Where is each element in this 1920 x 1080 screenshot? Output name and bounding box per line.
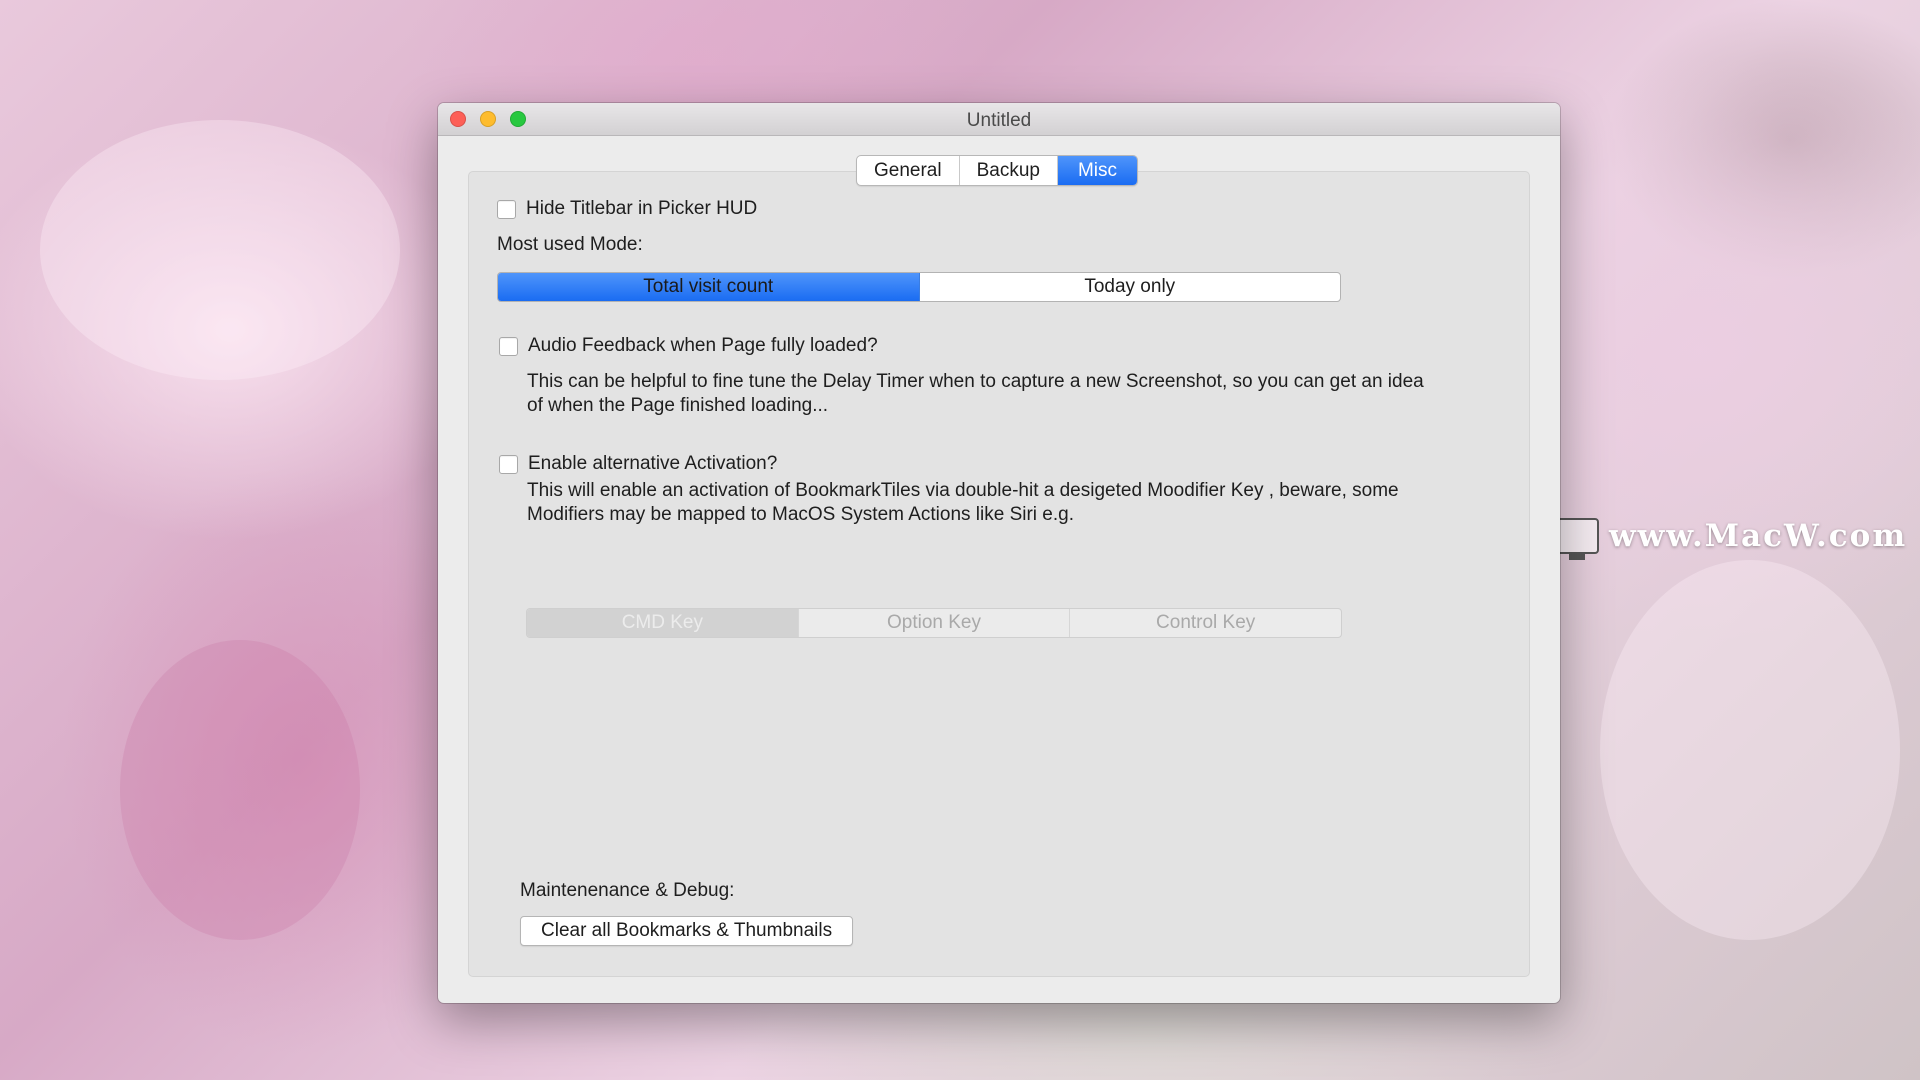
alt-activation-row: Enable alternative Activation? <box>499 453 777 475</box>
audio-feedback-row: Audio Feedback when Page fully loaded? <box>499 335 878 357</box>
petal-highlight <box>1600 560 1900 940</box>
most-used-mode-label: Most used Mode: <box>497 234 643 255</box>
watermark: www.MacW.com <box>1555 518 1908 560</box>
window-title: Untitled <box>966 110 1032 131</box>
mode-today-only[interactable]: Today only <box>920 273 1341 301</box>
key-option[interactable]: Option Key <box>799 609 1071 637</box>
mode-total-visit-count[interactable]: Total visit count <box>498 273 920 301</box>
clear-bookmarks-button[interactable]: Clear all Bookmarks & Thumbnails <box>520 916 854 946</box>
maintenance-label: Maintenenance & Debug: <box>520 880 735 901</box>
tab-backup[interactable]: Backup <box>960 156 1058 185</box>
key-control[interactable]: Control Key <box>1070 609 1341 637</box>
key-cmd[interactable]: CMD Key <box>527 609 799 637</box>
petal-shadow <box>120 640 360 940</box>
tab-general[interactable]: General <box>857 156 960 185</box>
audio-feedback-description-line: of when the Page finished loading... <box>527 395 829 416</box>
alt-activation-description: This will enable an activation of Bookma… <box>527 479 1399 527</box>
audio-feedback-description-line: This can be helpful to fine tune the Del… <box>527 371 1424 392</box>
hide-titlebar-label: Hide Titlebar in Picker HUD <box>526 198 758 219</box>
titlebar[interactable]: Untitled <box>438 103 1560 136</box>
preferences-window: Untitled General Backup Misc Hide Titleb… <box>438 103 1560 1003</box>
hide-titlebar-row: Hide Titlebar in Picker HUD <box>497 198 757 220</box>
hide-titlebar-checkbox[interactable] <box>497 199 516 219</box>
monitor-icon <box>1555 518 1599 560</box>
audio-feedback-checkbox[interactable] <box>499 336 518 356</box>
audio-feedback-label: Audio Feedback when Page fully loaded? <box>528 335 878 356</box>
watermark-text: www.MacW.com <box>1609 518 1908 554</box>
tab-bar: General Backup Misc <box>856 155 1139 186</box>
tab-misc[interactable]: Misc <box>1057 156 1138 185</box>
alt-activation-description-line: This will enable an activation of Bookma… <box>527 480 1399 501</box>
alt-activation-description-line: Modifiers may be mapped to MacOS System … <box>527 504 1074 525</box>
alt-activation-label: Enable alternative Activation? <box>528 453 778 474</box>
audio-feedback-description: This can be helpful to fine tune the Del… <box>527 370 1424 418</box>
alt-activation-checkbox[interactable] <box>499 454 518 474</box>
misc-panel: Hide Titlebar in Picker HUD Most used Mo… <box>468 171 1530 977</box>
modifier-key-segmented-control: CMD Key Option Key Control Key <box>526 608 1342 638</box>
most-used-mode-segmented-control: Total visit count Today only <box>497 272 1341 302</box>
petal-highlight <box>40 120 400 380</box>
